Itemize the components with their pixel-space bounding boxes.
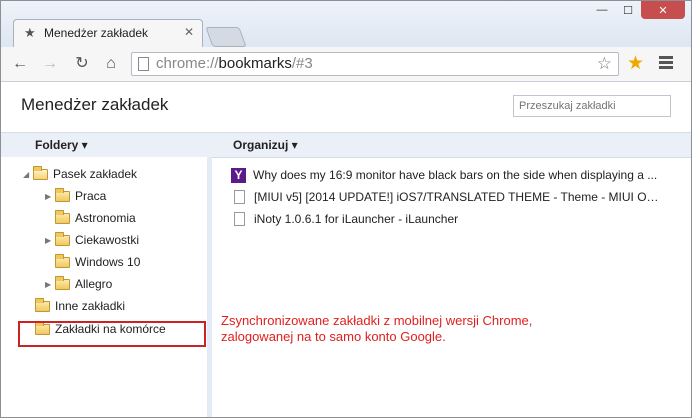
tree-item-inne-zakladki[interactable]: Inne zakładki [35,296,125,316]
page-icon [234,212,245,226]
folder-icon [55,253,70,268]
pane-splitter[interactable] [207,157,212,417]
back-arrow-icon[interactable]: ← [9,53,31,75]
folder-icon [35,297,50,312]
expand-triangle-icon[interactable]: ▶ [45,280,55,289]
bookmark-item[interactable]: [MIUI v5] [2014 UPDATE!] iOS7/TRANSLATED… [231,187,661,207]
expand-triangle-icon[interactable]: ▶ [45,236,55,245]
folder-icon [55,275,70,290]
forward-arrow-icon[interactable]: → [39,53,61,75]
highlight-box [18,321,206,347]
tab-close-icon[interactable]: ✕ [184,25,194,39]
tree-item-ciekawostki[interactable]: ▶ Ciekawostki [45,230,139,250]
collapse-triangle-icon[interactable]: ◢ [23,170,33,179]
address-bar[interactable]: chrome://bookmarks/#3 ☆ [131,52,619,76]
window-controls: — ☐ ✕ [589,1,685,19]
new-tab-button[interactable] [205,27,247,47]
home-icon[interactable]: ⌂ [100,53,122,75]
tab-strip: ★ Menedżer zakładek ✕ — ☐ ✕ [1,1,691,47]
tree-item-windows-10[interactable]: Windows 10 [55,252,140,272]
folder-icon [55,209,70,224]
reload-icon[interactable]: ↻ [71,53,93,75]
page-icon [234,190,245,204]
close-window-button[interactable]: ✕ [641,1,685,19]
page-icon [138,57,149,71]
tree-item-allegro[interactable]: ▶ Allegro [45,274,112,294]
bookmark-item[interactable]: iNoty 1.0.6.1 for iLauncher - iLauncher [231,209,661,229]
minimize-button[interactable]: — [589,1,615,19]
bookmark-star-icon[interactable]: ☆ [597,54,612,74]
tree-item-pasek-zakladek[interactable]: ◢ Pasek zakładek [23,164,137,184]
search-input[interactable] [513,95,671,117]
annotation-text: Zsynchronizowane zakładki z mobilnej wer… [221,313,533,344]
yahoo-icon: Y [231,167,246,183]
address-url: chrome://bookmarks/#3 [156,55,313,72]
tree-item-astronomia[interactable]: Astronomia [55,208,136,228]
tab-title: Menedżer zakładek [44,26,149,40]
folders-menu[interactable]: Foldery ▾ [35,138,88,152]
bookmarks-star-icon[interactable]: ★ [627,52,644,75]
header-bar: Foldery ▾ Organizuj ▾ [1,132,691,158]
browser-window: ★ Menedżer zakładek ✕ — ☐ ✕ ← → ↻ ⌂ chro… [0,0,692,418]
maximize-button[interactable]: ☐ [615,1,641,19]
menu-icon[interactable] [659,56,673,71]
organize-menu[interactable]: Organizuj ▾ [233,138,298,152]
star-icon: ★ [24,25,36,40]
open-folder-icon [33,165,48,180]
bookmark-manager-page: Menedżer zakładek Foldery ▾ Organizuj ▾ … [1,82,691,417]
tab-bookmark-manager[interactable]: ★ Menedżer zakładek ✕ [13,19,203,47]
folder-icon [55,187,70,202]
bookmark-item[interactable]: Y Why does my 16:9 monitor have black ba… [231,165,661,185]
folder-tree: ◢ Pasek zakładek ▶ Praca Astronomia ▶ Ci… [1,157,207,417]
toolbar: ← → ↻ ⌂ chrome://bookmarks/#3 ☆ ★ [1,47,691,82]
tree-item-praca[interactable]: ▶ Praca [45,186,106,206]
expand-triangle-icon[interactable]: ▶ [45,192,55,201]
folder-icon [55,231,70,246]
page-title: Menedżer zakładek [21,95,169,114]
